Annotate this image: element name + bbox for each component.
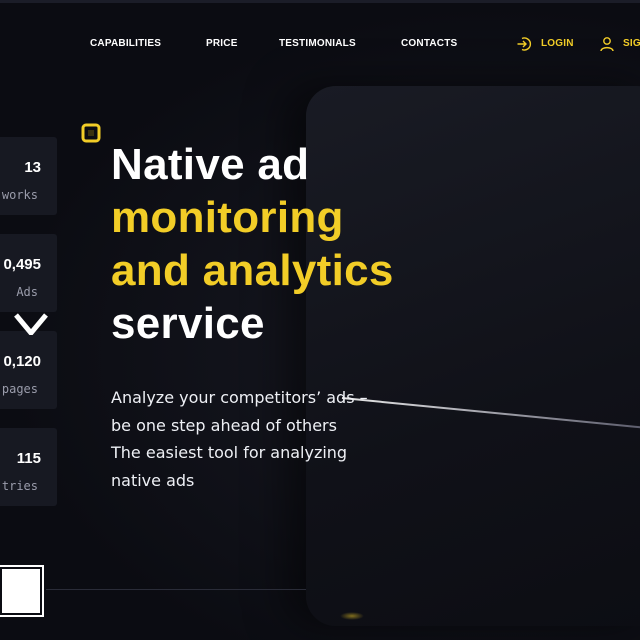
nav-capabilities[interactable]: CAPABILITIES	[90, 38, 161, 49]
subtitle-line: The easiest tool for analyzing	[111, 443, 348, 462]
hero-title-highlight: and analytics	[111, 246, 394, 295]
stat-card: 0,120 pages	[0, 331, 57, 409]
nav-testimonials[interactable]: TESTIMONIALS	[279, 38, 356, 49]
user-icon[interactable]	[599, 36, 615, 52]
stat-label: Ads	[16, 285, 38, 299]
stat-label: pages	[1, 382, 38, 396]
stat-card: 0,495 Ads	[0, 234, 57, 312]
login-link[interactable]: LOGIN	[541, 38, 574, 49]
subtitle-line: be one step ahead of others	[111, 415, 337, 435]
stat-value: 13	[24, 159, 41, 176]
stat-value: 0,120	[3, 353, 41, 370]
stat-value: 0,495	[3, 256, 41, 273]
nav-price[interactable]: PRICE	[206, 38, 238, 49]
top-border	[0, 0, 640, 3]
hero-title-highlight: monitoring	[111, 193, 344, 242]
stat-card: 13 works	[0, 137, 57, 215]
divider	[46, 589, 306, 590]
stat-card: 115 tries	[0, 428, 57, 506]
yellow-square-icon	[81, 123, 101, 143]
hero-subtitle: Analyze your competitors’ ads – be one s…	[111, 384, 368, 494]
signup-link[interactable]: SIG	[623, 38, 640, 49]
subtitle-line: native ads	[111, 470, 195, 490]
stat-value: 115	[16, 450, 41, 467]
hero-title-line: Native ad	[111, 140, 310, 189]
stat-label: tries	[1, 479, 38, 493]
subtitle-line: Analyze your competitors’ ads –	[111, 388, 368, 407]
main-nav: CAPABILITIES PRICE TESTIMONIALS CONTACTS…	[0, 36, 640, 54]
cta-button[interactable]	[0, 565, 44, 617]
hero-title: Native ad monitoring and analytics servi…	[111, 138, 394, 350]
nav-contacts[interactable]: CONTACTS	[401, 38, 457, 49]
logo-chevron-icon	[14, 313, 48, 335]
hero-title-line: service	[111, 299, 265, 348]
stat-label: works	[1, 188, 38, 202]
login-arrow-icon[interactable]	[516, 36, 532, 52]
phone-glow	[340, 612, 364, 620]
